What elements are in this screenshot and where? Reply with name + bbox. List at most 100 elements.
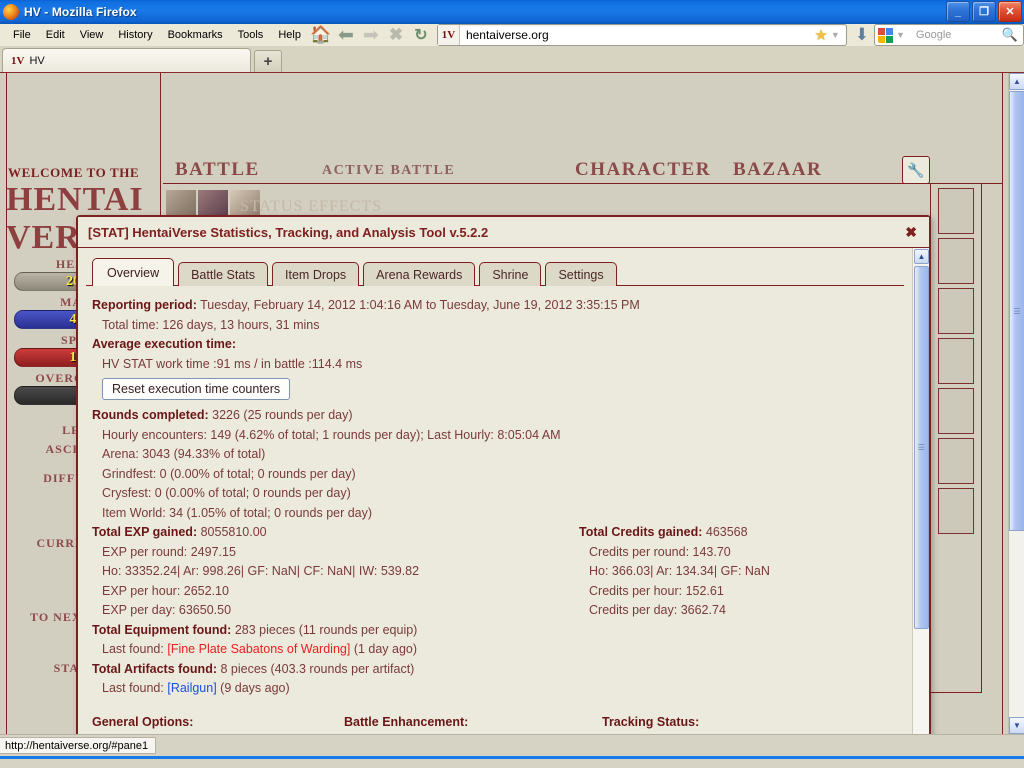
rounds-itemworld: Item World: 34 (1.05% of total; 0 rounds…	[92, 504, 900, 524]
tab-overview[interactable]: Overview	[92, 258, 174, 286]
reporting-period-label: Reporting period:	[92, 298, 197, 312]
stop-icon[interactable]: ✖	[384, 23, 408, 47]
tab-battle-stats[interactable]: Battle Stats	[178, 262, 268, 286]
hv-equip-slot[interactable]	[938, 288, 974, 334]
hv-equip-slot[interactable]	[938, 238, 974, 284]
forward-arrow-icon[interactable]: ➡	[359, 23, 383, 47]
restore-button[interactable]: ❐	[972, 1, 996, 22]
options-columns: General Options: HP Warning: Battle Enha…	[92, 713, 900, 735]
tab-item-drops[interactable]: Item Drops	[272, 262, 359, 286]
menu-view[interactable]: View	[73, 27, 111, 43]
close-icon[interactable]: ✖	[905, 224, 917, 241]
star-icon[interactable]: ★	[814, 26, 830, 44]
general-options-header: General Options:	[92, 713, 344, 733]
menu-bar: File Edit View History Bookmarks Tools H…	[0, 24, 1024, 46]
tracking-status-row: Battle Stats: ON	[602, 732, 900, 734]
avg-exec-value: HV STAT work time :91 ms / in battle :11…	[92, 355, 900, 375]
url-input[interactable]: hentaiverse.org	[460, 28, 814, 42]
tab-settings[interactable]: Settings	[545, 262, 616, 286]
browser-viewport: WELCOME TO THE HENTAI VERSE BATTLE ACTIV…	[0, 73, 1024, 734]
search-icon[interactable]: 🔍	[1002, 27, 1023, 43]
equipment-lastfound-label: Last found:	[102, 642, 164, 656]
exp-per-hour: EXP per hour: 2652.10	[92, 582, 579, 602]
search-engine-chevron-icon[interactable]: ▼	[896, 30, 911, 40]
tab-shrine[interactable]: Shrine	[479, 262, 541, 286]
artifacts-lastfound-row: Last found: [Railgun] (9 days ago)	[92, 679, 900, 699]
rounds-completed-value: 3226 (25 rounds per day)	[212, 408, 352, 422]
window-titlebar: HV - Mozilla Firefox _ ❐ ✕	[0, 0, 1024, 24]
credits-per-day: Credits per day: 3662.74	[579, 601, 900, 621]
search-input[interactable]: Google	[911, 29, 1002, 41]
scrollbar-thumb[interactable]: ☰	[914, 266, 929, 629]
credits-total-row: Total Credits gained: 463568	[579, 523, 900, 543]
artifacts-total-value: 8 pieces (403.3 rounds per artifact)	[220, 662, 414, 676]
stat-tabs: Overview Battle Stats Item Drops Arena R…	[86, 256, 904, 286]
hv-nav-bazaar[interactable]: BAZAAR	[733, 159, 822, 181]
stat-dialog: [STAT] HentaiVerse Statistics, Tracking,…	[76, 215, 931, 734]
google-icon	[878, 27, 896, 43]
general-options-column: General Options: HP Warning:	[92, 713, 344, 735]
equipment-lastfound-item[interactable]: [Fine Plate Sabatons of Warding]	[167, 642, 350, 656]
menu-tools[interactable]: Tools	[231, 27, 271, 43]
status-bar: http://hentaiverse.org/#pane1	[0, 734, 1024, 756]
exp-credits-columns: Total EXP gained: 8055810.00 EXP per rou…	[92, 523, 900, 621]
hv-nav-battle[interactable]: BATTLE	[175, 159, 260, 181]
reset-execution-time-button[interactable]: Reset execution time counters	[102, 378, 290, 400]
scroll-up-icon[interactable]: ▲	[914, 249, 929, 264]
hv-equip-slot[interactable]	[938, 488, 974, 534]
credits-breakdown: Ho: 366.03| Ar: 134.34| GF: NaN	[579, 562, 900, 582]
stat-dialog-content: Overview Battle Stats Item Drops Arena R…	[78, 248, 912, 734]
download-arrow-icon[interactable]: ⬇	[851, 25, 873, 45]
minimize-button[interactable]: _	[946, 1, 970, 22]
reload-icon[interactable]: ↻	[409, 23, 433, 47]
exp-per-round: EXP per round: 2497.15	[92, 543, 579, 563]
equipment-total-label: Total Equipment found:	[92, 623, 231, 637]
menu-history[interactable]: History	[111, 27, 159, 43]
equipment-total-row: Total Equipment found: 283 pieces (11 ro…	[92, 621, 900, 641]
page-scrollbar-thumb[interactable]: ☰	[1009, 91, 1024, 531]
rounds-arena: Arena: 3043 (94.33% of total)	[92, 445, 900, 465]
taskbar-strip	[0, 756, 1024, 759]
hv-nav-character[interactable]: CHARACTER	[575, 159, 711, 181]
firefox-logo-icon	[3, 4, 19, 20]
scroll-down-icon[interactable]: ▼	[1009, 717, 1024, 734]
exp-column: Total EXP gained: 8055810.00 EXP per rou…	[92, 523, 579, 621]
stat-dialog-scrollbar[interactable]: ▲ ☰ ▼	[912, 248, 929, 734]
menu-file[interactable]: File	[6, 27, 38, 43]
chevron-down-icon[interactable]: ▼	[831, 30, 846, 40]
reporting-period-row: Reporting period: Tuesday, February 14, …	[92, 296, 900, 316]
credits-total-value: 463568	[706, 525, 748, 539]
general-options-hp-warning: HP Warning:	[92, 732, 344, 734]
scroll-up-icon[interactable]: ▲	[1009, 73, 1024, 90]
avg-exec-label: Average execution time:	[92, 335, 900, 355]
exp-breakdown: Ho: 33352.24| Ar: 998.26| GF: NaN| CF: N…	[92, 562, 579, 582]
artifacts-lastfound-item[interactable]: [Railgun]	[167, 681, 216, 695]
url-bar[interactable]: 1V hentaiverse.org ★ ▼	[437, 24, 847, 46]
close-window-button[interactable]: ✕	[998, 1, 1022, 22]
hv-equip-slot[interactable]	[938, 388, 974, 434]
menu-edit[interactable]: Edit	[39, 27, 72, 43]
hv-equip-slot[interactable]	[938, 338, 974, 384]
hv-equip-slot[interactable]	[938, 188, 974, 234]
page-scrollbar[interactable]: ▲ ☰ ▼	[1008, 73, 1024, 734]
hv-favicon: 1V	[438, 25, 460, 45]
status-url-text: http://hentaiverse.org/#pane1	[0, 737, 156, 754]
artifacts-lastfound-when: (9 days ago)	[220, 681, 289, 695]
hv-nav-active-battle[interactable]: ACTIVE BATTLE	[322, 163, 455, 179]
menu-bookmarks[interactable]: Bookmarks	[161, 27, 230, 43]
credits-per-hour: Credits per hour: 152.61	[579, 582, 900, 602]
tab-hv[interactable]: 1V HV	[2, 48, 251, 72]
tracking-status-column: Tracking Status: Battle Stats: ON	[602, 713, 900, 735]
back-arrow-icon[interactable]: ⬅	[334, 23, 358, 47]
new-tab-button[interactable]: +	[254, 50, 282, 72]
exp-per-day: EXP per day: 63650.50	[92, 601, 579, 621]
stat-dialog-body: Overview Battle Stats Item Drops Arena R…	[78, 248, 929, 734]
tab-arena-rewards[interactable]: Arena Rewards	[363, 262, 475, 286]
avg-exec-label-text: Average execution time:	[92, 337, 236, 351]
wrench-icon[interactable]: 🔧	[902, 156, 930, 184]
search-bar[interactable]: ▼ Google 🔍	[874, 24, 1024, 46]
home-icon[interactable]: 🏠	[309, 23, 333, 47]
hv-equip-slot[interactable]	[938, 438, 974, 484]
window-title: HV - Mozilla Firefox	[24, 5, 137, 19]
menu-help[interactable]: Help	[271, 27, 308, 43]
